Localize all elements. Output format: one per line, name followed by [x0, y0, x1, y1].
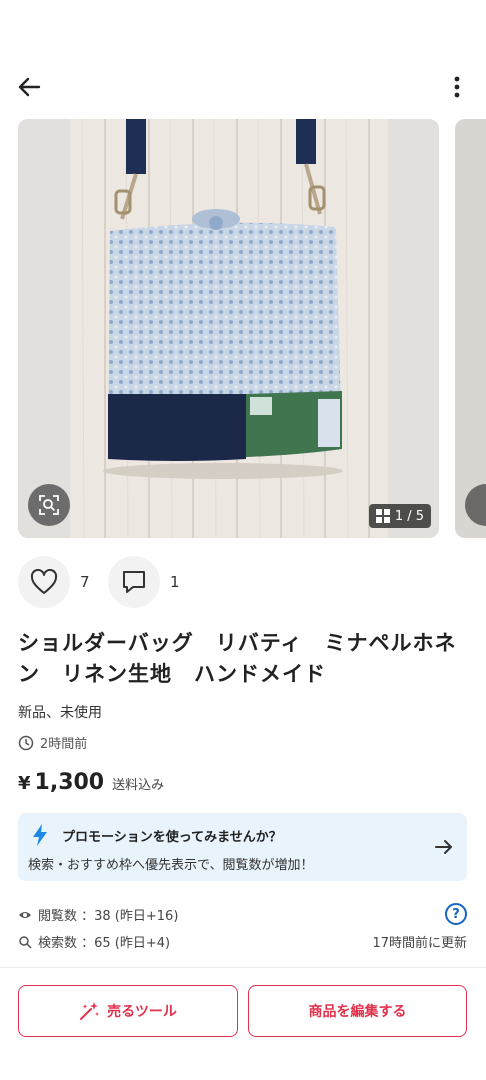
- bag-photo-illustration: [18, 119, 439, 538]
- heart-icon: [30, 569, 58, 594]
- comment-count: 1: [170, 573, 180, 591]
- item-condition: 新品、未使用: [18, 705, 102, 721]
- item-title: ショルダーバッグ リバティ ミナペルホネン リネン生地 ハンドメイド: [18, 631, 457, 686]
- more-vertical-icon[interactable]: [442, 72, 472, 102]
- arrow-left-icon[interactable]: [14, 72, 44, 102]
- image-counter-text: 1 / 5: [394, 508, 424, 524]
- lightning-icon: [33, 824, 47, 846]
- next-product-photo[interactable]: [455, 119, 486, 538]
- shipping-label: 送料込み: [112, 778, 165, 793]
- like-action[interactable]: 7: [18, 556, 90, 608]
- social-actions: 7 1: [18, 556, 468, 608]
- promotion-subtitle: 検索・おすすめ枠へ優先表示で、閲覧数が増加！: [28, 858, 314, 873]
- searches-stat: 検索数 ：65 (昨日+4): [18, 932, 170, 951]
- price-amount: 1,300: [34, 770, 105, 795]
- eye-icon: [19, 911, 31, 918]
- sell-tool-label: 売るツール: [107, 1004, 177, 1020]
- help-icon[interactable]: ?: [445, 903, 467, 925]
- posted-time-text: 2時間前: [40, 737, 88, 752]
- promotion-title: プロモーションを使ってみませんか？: [62, 830, 282, 845]
- price-symbol: ¥: [18, 773, 31, 794]
- sell-tool-button[interactable]: 売るツール: [18, 985, 238, 1037]
- posted-time: 2時間前: [18, 733, 87, 752]
- item-stats: 閲覧数 ：38 (昨日+16) 検索数 ：65 (昨日+4) ? 17時間前に更…: [18, 903, 467, 953]
- grid-icon: [375, 509, 390, 523]
- product-photo[interactable]: 1 / 5: [18, 119, 439, 538]
- divider: [0, 967, 486, 968]
- sparkle-icon: [80, 1002, 100, 1020]
- price: ¥ 1,300 送料込み: [18, 770, 164, 795]
- clock-icon: [18, 735, 34, 750]
- image-counter: 1 / 5: [368, 504, 431, 528]
- arrow-right-icon[interactable]: [433, 836, 455, 858]
- promotion-banner[interactable]: プロモーションを使ってみませんか？ 検索・おすすめ枠へ優先表示で、閲覧数が増加！: [18, 813, 467, 881]
- views-text: 閲覧数 ：38 (昨日+16): [38, 909, 179, 924]
- comment-icon: [123, 571, 145, 593]
- views-stat: 閲覧数 ：38 (昨日+16): [18, 905, 178, 924]
- edit-item-label: 商品を編集する: [308, 1004, 407, 1020]
- edit-item-button[interactable]: 商品を編集する: [248, 985, 467, 1037]
- search-icon: [19, 935, 32, 949]
- image-search-button[interactable]: [28, 484, 70, 526]
- top-bar: [0, 60, 486, 112]
- comment-action[interactable]: 1: [108, 556, 180, 608]
- image-search-icon[interactable]: [465, 484, 486, 526]
- comment-button[interactable]: [108, 556, 160, 608]
- like-button[interactable]: [18, 556, 70, 608]
- like-count: 7: [80, 573, 90, 591]
- image-gallery[interactable]: 1 / 5: [0, 119, 486, 539]
- image-search-icon: [39, 495, 59, 515]
- searches-text: 検索数 ：65 (昨日+4): [38, 936, 171, 951]
- updated-time: 17時間前に更新: [372, 936, 467, 951]
